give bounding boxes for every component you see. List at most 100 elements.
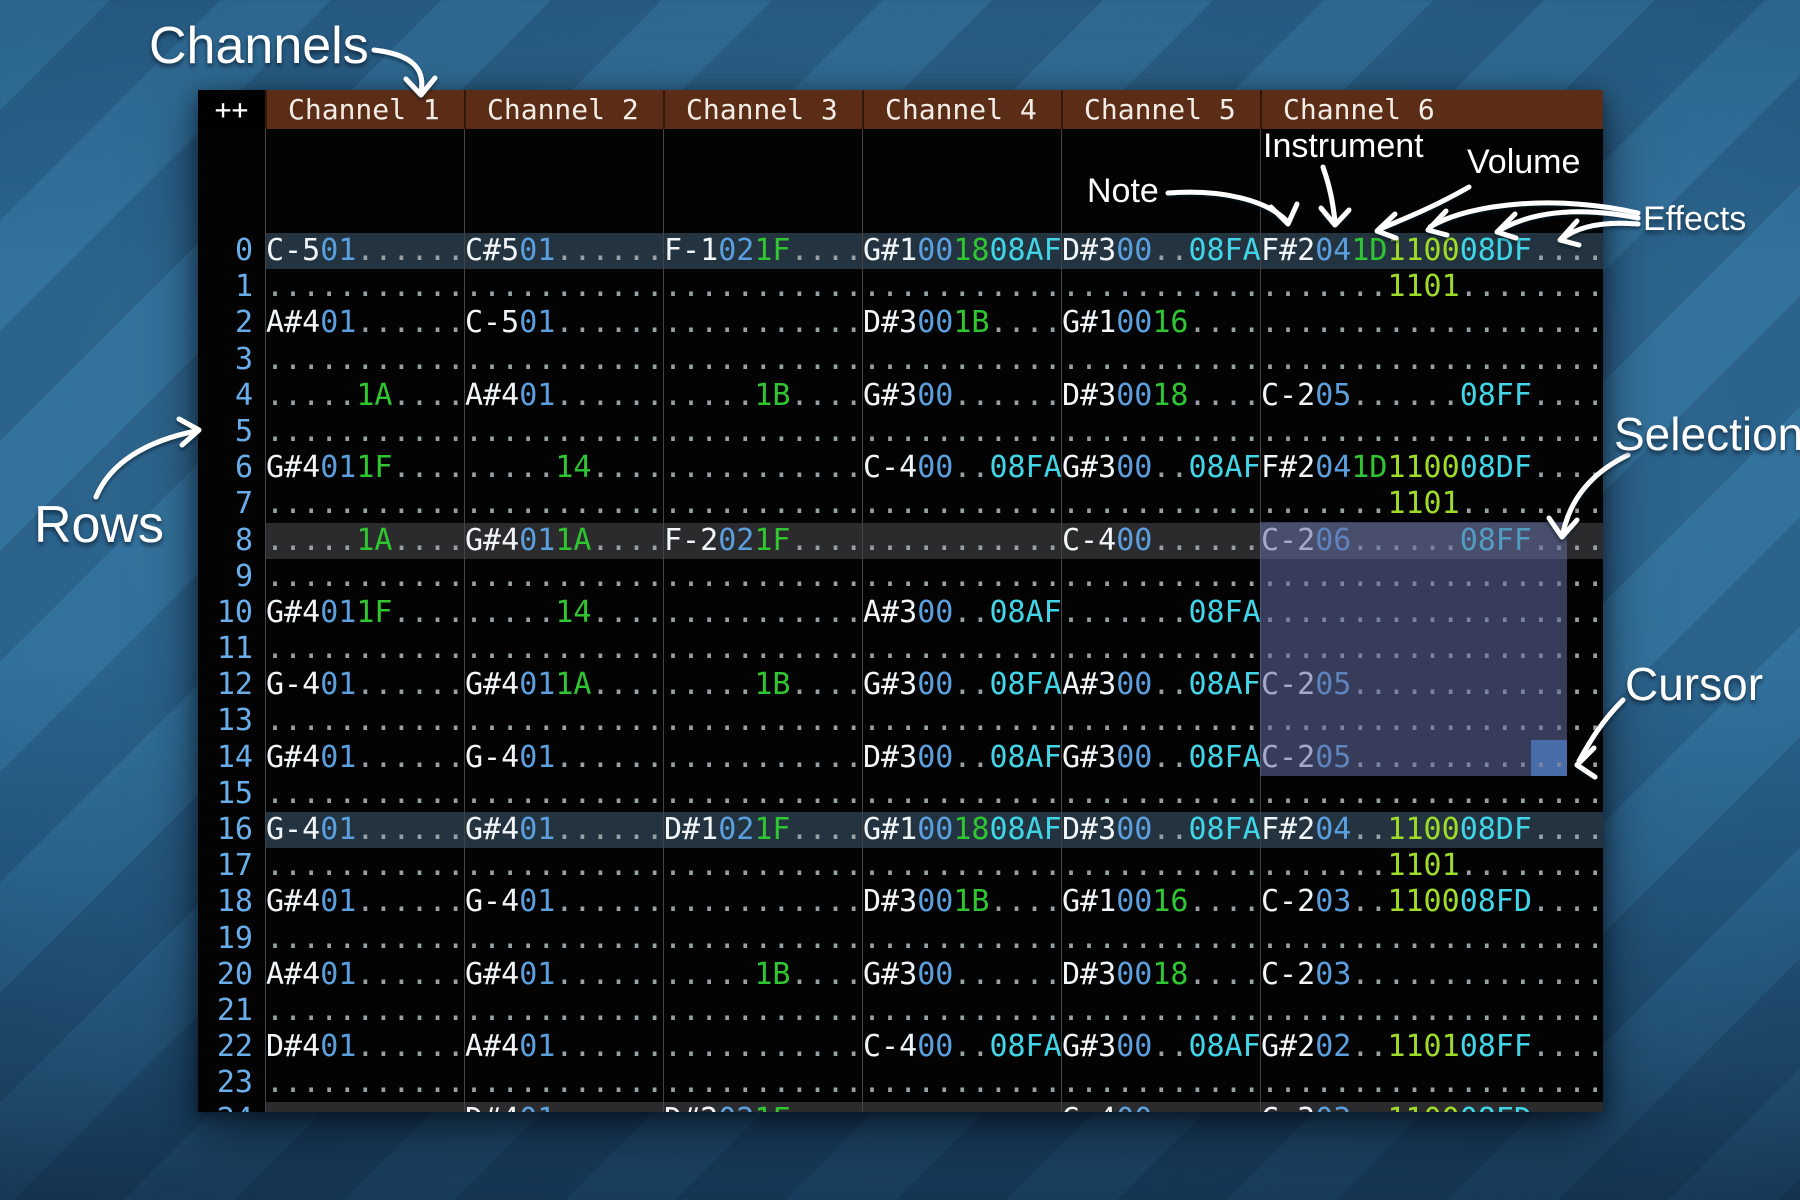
pattern-cell[interactable]: F#204..110008DF.... (1260, 812, 1603, 848)
pattern-cell[interactable]: ........... (663, 342, 862, 378)
pattern-cell[interactable]: .......08FA (1061, 595, 1260, 631)
pattern-cell[interactable]: A#300..08AF (862, 595, 1061, 631)
pattern-cell[interactable]: .......1101........ (1260, 486, 1603, 522)
pattern-cell[interactable]: A#401...... (464, 1029, 663, 1065)
pattern-cell[interactable]: ........... (663, 450, 862, 486)
pattern-cell[interactable]: G#401...... (464, 957, 663, 993)
pattern-cell[interactable]: ........... (464, 921, 663, 957)
pattern-cell[interactable]: G#4011F.... (265, 595, 464, 631)
pattern-cell[interactable]: ........... (1061, 921, 1260, 957)
pattern-row[interactable]: 6G#4011F.........14...............C-400.… (198, 450, 1603, 486)
pattern-cell[interactable]: D#300..08FA (1061, 233, 1260, 269)
pattern-cell[interactable]: ........... (663, 848, 862, 884)
pattern-cell[interactable]: G#4011A.... (464, 523, 663, 559)
pattern-cell[interactable]: G#1001808AF (862, 812, 1061, 848)
pattern-cell[interactable]: A#300..08AF (1061, 667, 1260, 703)
pattern-row[interactable]: 22D#401......A#401.................C-400… (198, 1029, 1603, 1065)
channel-header-3[interactable]: Channel 3 (663, 90, 862, 129)
pattern-cell[interactable]: ........... (1061, 631, 1260, 667)
pattern-cell[interactable]: ........... (663, 776, 862, 812)
pattern-row[interactable]: 2A#401......C-501.................D#3001… (198, 305, 1603, 341)
pattern-cell[interactable]: G#10016.... (1061, 884, 1260, 920)
channel-header-2[interactable]: Channel 2 (464, 90, 663, 129)
pattern-cell[interactable]: G-400...... (1061, 1102, 1260, 1113)
pattern-cell[interactable]: ........... (1061, 848, 1260, 884)
pattern-cell[interactable]: ........... (663, 884, 862, 920)
pattern-cell[interactable]: ........... (862, 414, 1061, 450)
pattern-cell[interactable]: ................... (1260, 993, 1603, 1029)
pattern-cell[interactable]: ................... (1260, 776, 1603, 812)
pattern-cell[interactable]: D#1021F.... (663, 812, 862, 848)
pattern-cell[interactable]: ........... (265, 703, 464, 739)
pattern-row[interactable]: 1.......................................… (198, 269, 1603, 305)
pattern-cell[interactable]: .....14.... (464, 595, 663, 631)
pattern-cell[interactable]: ........... (663, 559, 862, 595)
pattern-cell[interactable]: ........... (265, 993, 464, 1029)
pattern-cell[interactable]: ........... (663, 631, 862, 667)
pattern-cell[interactable]: G#202..110108FF.... (1260, 1029, 1603, 1065)
pattern-cell[interactable]: ........... (1061, 269, 1260, 305)
pattern-cell[interactable]: C-400..08FA (862, 1029, 1061, 1065)
pattern-cell[interactable]: A#401...... (265, 957, 464, 993)
pattern-cell[interactable]: ........... (464, 414, 663, 450)
pattern-cell[interactable]: F-1021F.... (663, 233, 862, 269)
pattern-cell[interactable]: ........... (1061, 703, 1260, 739)
pattern-row[interactable]: 23......................................… (198, 1065, 1603, 1101)
pattern-cell[interactable]: ................... (1260, 1065, 1603, 1101)
pattern-row[interactable]: 17......................................… (198, 848, 1603, 884)
pattern-cell[interactable]: ........... (265, 776, 464, 812)
pattern-cell[interactable]: A#401...... (265, 305, 464, 341)
pattern-cell[interactable]: ........... (1061, 559, 1260, 595)
pattern-cell[interactable]: D#2021F.... (663, 1102, 862, 1113)
pattern-row[interactable]: 15......................................… (198, 776, 1603, 812)
pattern-row[interactable]: 18G#401......G-401.................D#300… (198, 884, 1603, 920)
pattern-cell[interactable]: G#300..08AF (1061, 450, 1260, 486)
pattern-cell[interactable]: C-303..110008FD.... (1260, 1102, 1603, 1113)
pattern-cell[interactable]: ........... (464, 342, 663, 378)
pattern-row[interactable]: 3.......................................… (198, 342, 1603, 378)
pattern-cell[interactable]: G-401...... (464, 884, 663, 920)
pattern-cell[interactable]: F-2021F.... (663, 523, 862, 559)
pattern-cell[interactable]: .....1B.... (663, 957, 862, 993)
pattern-cell[interactable]: D#3001B.... (862, 305, 1061, 341)
channel-add-button[interactable]: ++ (198, 90, 265, 129)
pattern-cell[interactable]: C-400..08FA (862, 450, 1061, 486)
pattern-cell[interactable]: ........... (464, 631, 663, 667)
pattern-cell[interactable]: ........... (862, 848, 1061, 884)
pattern-cell[interactable]: ........... (663, 993, 862, 1029)
pattern-cell[interactable]: ........... (265, 342, 464, 378)
pattern-cell[interactable]: ................... (1260, 342, 1603, 378)
pattern-cell[interactable]: C-501...... (464, 305, 663, 341)
channel-header-1[interactable]: Channel 1 (265, 90, 464, 129)
pattern-cell[interactable]: ........... (862, 993, 1061, 1029)
pattern-cell[interactable]: G#4011A.... (464, 667, 663, 703)
pattern-cell[interactable]: ........... (1061, 342, 1260, 378)
pattern-row[interactable]: 16G-401......G#401......D#1021F....G#100… (198, 812, 1603, 848)
channel-header-4[interactable]: Channel 4 (862, 90, 1061, 129)
pattern-cell[interactable]: G#10016.... (1061, 305, 1260, 341)
pattern-cell[interactable]: ........... (265, 486, 464, 522)
pattern-cell[interactable]: C-501...... (265, 233, 464, 269)
pattern-cell[interactable]: G-401...... (464, 740, 663, 776)
pattern-cell[interactable]: D#401...... (265, 1029, 464, 1065)
pattern-cell[interactable]: ................... (1260, 921, 1603, 957)
pattern-cell[interactable]: ........... (265, 269, 464, 305)
pattern-row[interactable]: 0C-501......C#501......F-1021F....G#1001… (198, 233, 1603, 269)
pattern-cell[interactable]: C-400...... (1061, 523, 1260, 559)
pattern-cell[interactable]: ........... (663, 486, 862, 522)
pattern-cell[interactable]: C#501...... (464, 233, 663, 269)
pattern-cell[interactable]: ........... (464, 703, 663, 739)
pattern-cell[interactable]: ........... (862, 631, 1061, 667)
pattern-cell[interactable]: ........... (663, 740, 862, 776)
pattern-cell[interactable]: ........... (265, 414, 464, 450)
pattern-cell[interactable]: ........... (663, 1065, 862, 1101)
pattern-cell[interactable]: ................... (1260, 305, 1603, 341)
pattern-cell[interactable]: D#300..08AF (862, 740, 1061, 776)
pattern-cell[interactable]: G#300...... (862, 957, 1061, 993)
pattern-cell[interactable]: ........... (265, 848, 464, 884)
pattern-cell[interactable]: ................... (1260, 414, 1603, 450)
pattern-cell[interactable]: ........... (265, 631, 464, 667)
pattern-cell[interactable]: D#30018.... (1061, 378, 1260, 414)
pattern-row[interactable]: 5.......................................… (198, 414, 1603, 450)
pattern-row[interactable]: 4.....1A....A#401...........1B....G#300.… (198, 378, 1603, 414)
